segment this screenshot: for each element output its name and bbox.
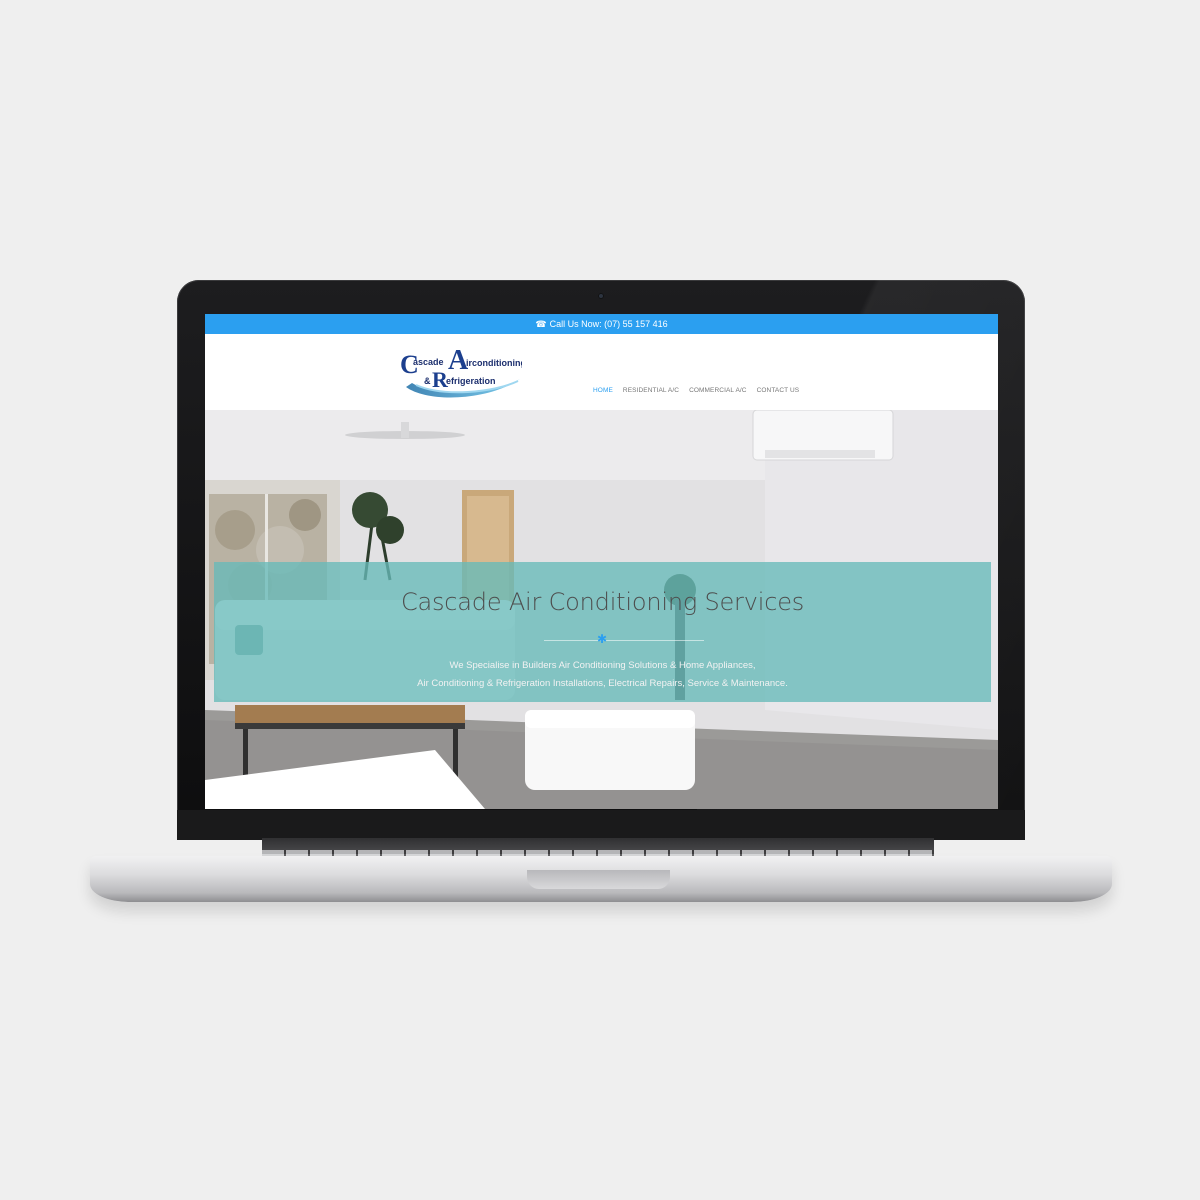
laptop-notch <box>527 870 670 889</box>
hero-overlay: Cascade Air Conditioning Services ✱ We S… <box>214 562 991 702</box>
logo-word-refrigeration: efrigeration <box>446 376 496 386</box>
logo-word-airconditioning: irconditioning <box>466 358 522 368</box>
screen: ☎ Call Us Now: (07) 55 157 416 C ascade <box>205 314 998 809</box>
logo-graphic: C ascade A irconditioning & R efrigerati… <box>400 345 526 398</box>
call-text: Call Us Now: (07) 55 157 416 <box>549 319 668 329</box>
hero-section: Cascade Air Conditioning Services ✱ We S… <box>205 410 998 809</box>
hero-divider <box>544 640 704 641</box>
logo-ampersand: & <box>424 376 431 386</box>
snowflake-icon: ✱ <box>596 632 608 646</box>
nav-residential[interactable]: RESIDENTIAL A/C <box>623 387 679 394</box>
nav-commercial[interactable]: COMMERCIAL A/C <box>689 387 747 394</box>
site-logo[interactable]: C ascade A irconditioning & R efrigerati… <box>398 343 526 398</box>
phone-icon: ☎ <box>535 318 547 329</box>
nav-home[interactable]: HOME <box>593 387 613 394</box>
laptop-mockup: ☎ Call Us Now: (07) 55 157 416 C ascade <box>0 0 1200 1200</box>
camera-icon <box>598 293 604 299</box>
hero-title: Cascade Air Conditioning Services <box>400 588 805 616</box>
logo-word-cascade: ascade <box>413 357 444 367</box>
main-nav: HOME RESIDENTIAL A/C COMMERCIAL A/C CONT… <box>593 387 799 394</box>
hero-subtitle-line2: Air Conditioning & Refrigeration Install… <box>417 678 788 689</box>
hero-subtitle-line1: We Specialise in Builders Air Conditioni… <box>449 660 756 671</box>
nav-contact[interactable]: CONTACT US <box>757 387 800 394</box>
call-bar[interactable]: ☎ Call Us Now: (07) 55 157 416 <box>205 314 998 334</box>
site-header: C ascade A irconditioning & R efrigerati… <box>205 334 998 410</box>
laptop-chin <box>177 810 1025 840</box>
